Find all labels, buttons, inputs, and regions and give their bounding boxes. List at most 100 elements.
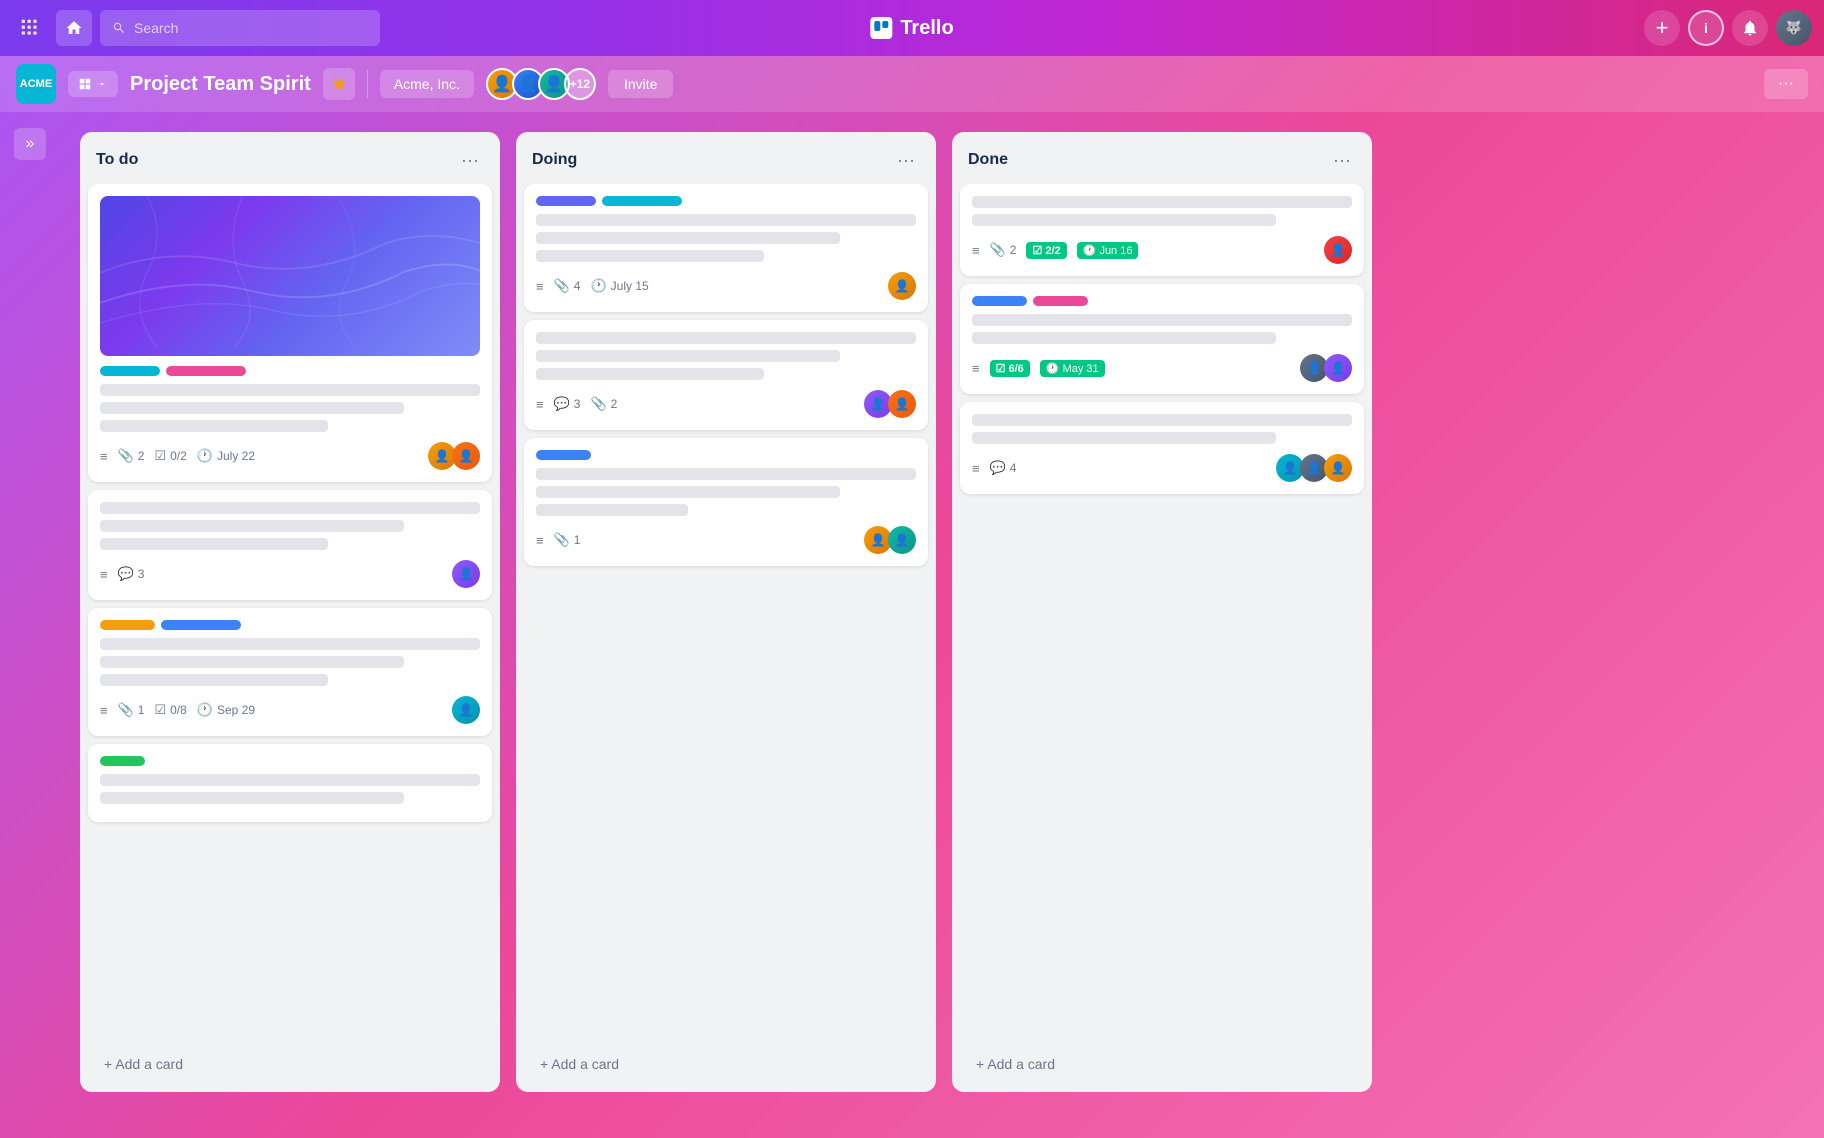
card-10-avatar-3: 👤 <box>1324 454 1352 482</box>
card-6-description-icon: ≡ <box>536 397 544 412</box>
card-9-labels <box>972 296 1352 306</box>
column-cards-done: ≡ 📎 2 ☑ 2/2 🕐 Jun 16 👤 ≡ <box>952 184 1372 1042</box>
label-green <box>100 756 145 766</box>
add-card-button-done[interactable]: + Add a card <box>968 1050 1356 1078</box>
column-menu-doing[interactable]: ··· <box>892 146 920 174</box>
card-3-attachments: 📎 1 <box>118 702 145 718</box>
card-10-meta: ≡ 💬 4 👤 👤 👤 <box>972 454 1352 482</box>
card-9-checklist-badge: ☑ 6/6 <box>990 360 1030 377</box>
card-3-meta: ≡ 📎 1 ☑ 0/8 🕐 Sep 29 👤 <box>100 696 480 724</box>
card-8-line-2 <box>972 214 1276 226</box>
card-3[interactable]: ≡ 📎 1 ☑ 0/8 🕐 Sep 29 👤 <box>88 608 492 736</box>
sidebar-expand-button[interactable]: » <box>14 128 46 160</box>
board-content: To do ··· <box>0 112 1824 1138</box>
card-6-line-3 <box>536 368 764 380</box>
card-3-avatar-1: 👤 <box>452 696 480 724</box>
card-6[interactable]: ≡ 💬 3 📎 2 👤 👤 <box>524 320 928 430</box>
card-5-avatars: 👤 <box>888 272 916 300</box>
card-5-attachments: 📎 4 <box>554 278 581 294</box>
add-card-button-doing[interactable]: + Add a card <box>532 1050 920 1078</box>
card-9-avatar-2: 👤 <box>1324 354 1352 382</box>
column-cards-doing: ≡ 📎 4 🕐 July 15 👤 ≡ 💬 3 📎 2 <box>516 184 936 1042</box>
card-6-avatars: 👤 👤 <box>864 390 916 418</box>
board-title: Project Team Spirit <box>130 73 311 96</box>
card-5-date: 🕐 July 15 <box>590 278 648 294</box>
card-1-meta: ≡ 📎 2 ☑ 0/2 🕐 July 22 👤 👤 <box>100 442 480 470</box>
card-5-labels <box>536 196 916 206</box>
card-6-meta: ≡ 💬 3 📎 2 👤 👤 <box>536 390 916 418</box>
card-6-avatar-2: 👤 <box>888 390 916 418</box>
card-9-line-2 <box>972 332 1276 344</box>
card-8-attachments: 📎 2 <box>990 242 1017 258</box>
label-yellow <box>100 620 155 630</box>
card-4[interactable] <box>88 744 492 822</box>
card-2[interactable]: ≡ 💬 3 👤 <box>88 490 492 600</box>
star-button[interactable] <box>323 68 355 100</box>
card-1-line-1 <box>100 384 480 396</box>
card-5-line-2 <box>536 232 840 244</box>
column-title-todo: To do <box>96 151 138 169</box>
more-members-button[interactable]: +12 <box>564 68 596 100</box>
card-6-comments: 💬 3 <box>554 396 581 412</box>
card-10-comments: 💬 4 <box>990 460 1017 476</box>
card-9[interactable]: ≡ ☑ 6/6 🕐 May 31 👤 👤 <box>960 284 1364 394</box>
more-options-button[interactable]: ··· <box>1764 69 1808 99</box>
card-10[interactable]: ≡ 💬 4 👤 👤 👤 <box>960 402 1364 494</box>
card-4-line-2 <box>100 792 404 804</box>
notifications-button[interactable] <box>1732 10 1768 46</box>
card-7-avatars: 👤 👤 <box>864 526 916 554</box>
card-3-line-2 <box>100 656 404 668</box>
card-3-description-icon: ≡ <box>100 703 108 718</box>
card-8-description-icon: ≡ <box>972 243 980 258</box>
card-10-line-1 <box>972 414 1352 426</box>
card-1-avatar-2: 👤 <box>452 442 480 470</box>
card-1-labels <box>100 366 480 376</box>
nav-right: + i 🐺 <box>1644 10 1812 46</box>
card-3-date: 🕐 Sep 29 <box>197 702 255 718</box>
card-1[interactable]: ≡ 📎 2 ☑ 0/2 🕐 July 22 👤 👤 <box>88 184 492 482</box>
card-7-line-2 <box>536 486 840 498</box>
card-6-line-1 <box>536 332 916 344</box>
card-9-meta: ≡ ☑ 6/6 🕐 May 31 👤 👤 <box>972 354 1352 382</box>
card-10-avatars: 👤 👤 👤 <box>1276 454 1352 482</box>
card-cover <box>100 196 480 356</box>
column-footer-done: + Add a card <box>952 1042 1372 1092</box>
info-button[interactable]: i <box>1688 10 1724 46</box>
column-menu-done[interactable]: ··· <box>1328 146 1356 174</box>
add-button[interactable]: + <box>1644 10 1680 46</box>
card-1-description-icon: ≡ <box>100 449 108 464</box>
grid-menu-button[interactable] <box>12 10 48 46</box>
card-3-line-3 <box>100 674 328 686</box>
column-menu-todo[interactable]: ··· <box>456 146 484 174</box>
label-indigo <box>536 196 596 206</box>
card-8-meta: ≡ 📎 2 ☑ 2/2 🕐 Jun 16 👤 <box>972 236 1352 264</box>
workspace-icon: ACME <box>16 64 56 104</box>
workspace-button[interactable]: Acme, Inc. <box>380 70 474 98</box>
invite-button[interactable]: Invite <box>608 70 673 98</box>
label-blue <box>972 296 1027 306</box>
card-7-labels <box>536 450 916 460</box>
card-2-meta: ≡ 💬 3 👤 <box>100 560 480 588</box>
card-4-labels <box>100 756 480 766</box>
card-7[interactable]: ≡ 📎 1 👤 👤 <box>524 438 928 566</box>
card-2-comments: 💬 3 <box>118 566 145 582</box>
card-9-line-1 <box>972 314 1352 326</box>
card-10-description-icon: ≡ <box>972 461 980 476</box>
card-9-date-badge: 🕐 May 31 <box>1040 360 1105 377</box>
add-card-button-todo[interactable]: + Add a card <box>96 1050 484 1078</box>
board-menu-button[interactable] <box>68 71 118 97</box>
card-5[interactable]: ≡ 📎 4 🕐 July 15 👤 <box>524 184 928 312</box>
card-2-line-1 <box>100 502 480 514</box>
user-avatar[interactable]: 🐺 <box>1776 10 1812 46</box>
search-bar[interactable]: Search <box>100 10 380 46</box>
card-2-avatar-1: 👤 <box>452 560 480 588</box>
column-footer-doing: + Add a card <box>516 1042 936 1092</box>
card-5-line-1 <box>536 214 916 226</box>
card-8[interactable]: ≡ 📎 2 ☑ 2/2 🕐 Jun 16 👤 <box>960 184 1364 276</box>
card-2-description-icon: ≡ <box>100 567 108 582</box>
card-5-line-3 <box>536 250 764 262</box>
column-header-todo: To do ··· <box>80 132 500 184</box>
column-todo: To do ··· <box>80 132 500 1092</box>
home-button[interactable] <box>56 10 92 46</box>
label-pink <box>1033 296 1088 306</box>
